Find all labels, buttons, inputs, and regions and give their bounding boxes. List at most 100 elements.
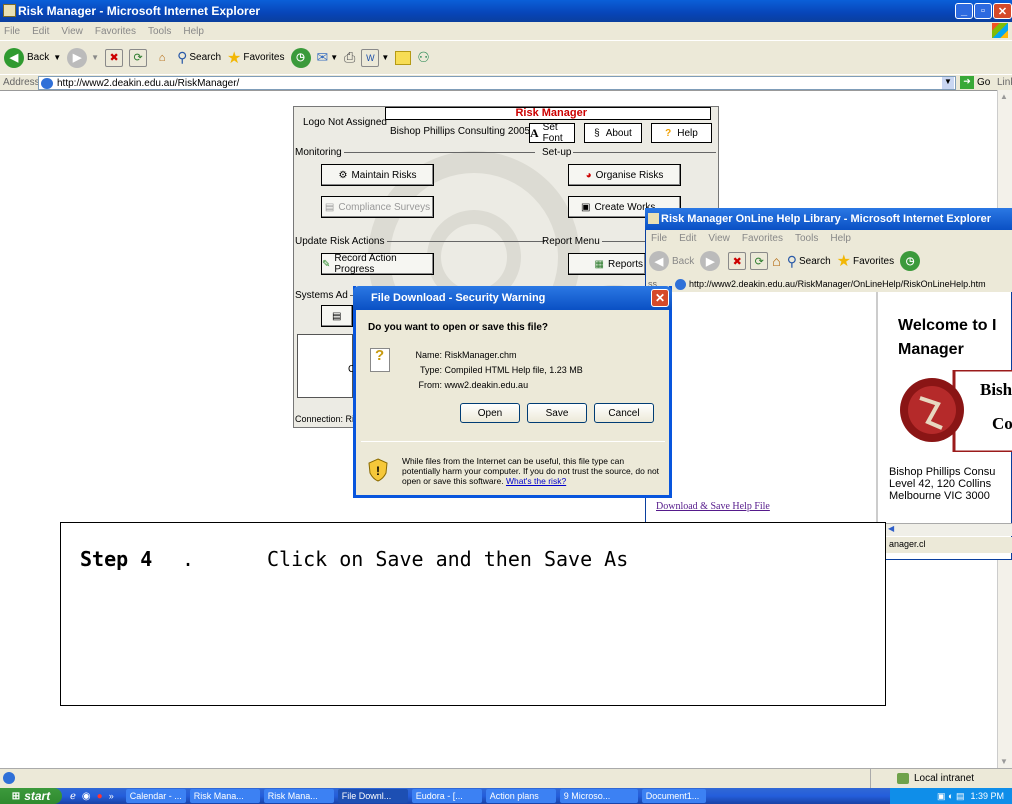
address-input[interactable]: http://www2.deakin.edu.au/RiskManager/ ▼ xyxy=(38,76,956,90)
scroll-left-icon[interactable]: ◀ xyxy=(888,524,894,533)
menu-tools[interactable]: Tools xyxy=(148,26,171,37)
menu-favorites[interactable]: Favorites xyxy=(95,26,136,37)
home-button[interactable]: ⌂ xyxy=(153,49,171,67)
menu-file[interactable]: File xyxy=(651,233,667,244)
quicklaunch-expand-icon[interactable]: » xyxy=(109,791,114,801)
start-button[interactable]: ⊞ start xyxy=(0,788,62,804)
help-status-text: anager.cl xyxy=(889,539,926,549)
go-arrow-icon[interactable]: ➜ xyxy=(960,76,974,89)
help-address-url[interactable]: http://www2.deakin.edu.au/RiskManager/On… xyxy=(689,279,986,289)
welcome-line: Manager xyxy=(898,341,964,358)
chevron-down-icon[interactable]: ▼ xyxy=(942,77,954,89)
quicklaunch-ie-icon[interactable]: ℯ xyxy=(70,791,76,802)
mail-button[interactable]: ✉ ▼ xyxy=(317,49,339,66)
about-button[interactable]: § About xyxy=(584,123,642,143)
messenger-button[interactable]: ⚇ xyxy=(417,49,430,66)
task-risk-manager-1[interactable]: Risk Mana... xyxy=(189,789,260,803)
home-icon[interactable]: ⌂ xyxy=(772,253,780,269)
quicklaunch-app-icon[interactable]: ● xyxy=(97,791,103,802)
maximize-button[interactable]: ▫ xyxy=(974,3,992,19)
chevron-down-icon[interactable]: ▼ xyxy=(53,53,61,62)
refresh-icon[interactable]: ⟳ xyxy=(750,252,769,270)
task-eudora[interactable]: Eudora - [... xyxy=(411,789,482,803)
clock[interactable]: 1:39 PM xyxy=(970,791,1004,801)
print-button[interactable]: ⎙ xyxy=(344,49,355,66)
menu-view[interactable]: View xyxy=(708,233,730,244)
favorites-label: Favorites xyxy=(243,52,285,63)
menu-file[interactable]: File xyxy=(4,26,20,37)
back-button[interactable]: ◀ Back ▼ xyxy=(4,47,61,68)
search-icon[interactable]: ⚲ xyxy=(787,253,797,270)
history-button[interactable]: ◷ xyxy=(290,47,311,68)
ie-page-icon xyxy=(41,78,53,89)
scroll-down-icon[interactable]: ▼ xyxy=(1000,757,1008,766)
minimize-button[interactable]: _ xyxy=(955,3,973,19)
refresh-button[interactable]: ⟳ xyxy=(129,48,148,67)
edit-word-button[interactable]: W ▼ xyxy=(361,48,389,67)
cancel-button[interactable]: Cancel xyxy=(594,403,654,423)
chevron-down-icon[interactable]: ▼ xyxy=(330,53,338,62)
menu-favorites[interactable]: Favorites xyxy=(742,233,783,244)
task-calendar[interactable]: Calendar - ... xyxy=(125,789,186,803)
chevron-down-icon[interactable]: ▼ xyxy=(91,53,99,62)
task-microsoft-group[interactable]: 9 Microso... xyxy=(559,789,638,803)
organise-risks-button[interactable]: ◕ Organise Risks xyxy=(568,164,681,186)
whats-the-risk-link[interactable]: What's the risk? xyxy=(506,476,566,486)
workshop-icon: ▣ xyxy=(581,201,591,213)
systems-admin-button[interactable]: ▤ xyxy=(321,305,353,327)
task-action-plans[interactable]: Action plans xyxy=(485,789,556,803)
scroll-up-icon[interactable]: ▲ xyxy=(1000,92,1008,101)
menu-edit[interactable]: Edit xyxy=(32,26,49,37)
quicklaunch-outlook-icon[interactable]: ◉ xyxy=(82,791,91,802)
task-risk-manager-2[interactable]: Risk Mana... xyxy=(263,789,334,803)
record-action-progress-button[interactable]: ✎ Record Action Progress xyxy=(321,253,434,275)
menu-view[interactable]: View xyxy=(61,26,83,37)
close-button[interactable]: ✕ xyxy=(993,3,1012,19)
intranet-icon xyxy=(897,773,909,784)
address-line: Melbourne VIC 3000 xyxy=(889,490,990,502)
download-help-file-link[interactable]: Download & Save Help File xyxy=(656,501,770,512)
menu-edit[interactable]: Edit xyxy=(679,233,696,244)
links-label[interactable]: Links xyxy=(997,77,1012,88)
chevron-down-icon[interactable]: ▼ xyxy=(381,53,389,62)
favorites-label: Favorites xyxy=(853,255,895,267)
dialog-close-button[interactable]: ✕ xyxy=(651,289,669,307)
logo-placeholder: Logo Not Assigned xyxy=(303,117,387,128)
welcome-line: Welcome to I xyxy=(898,317,997,334)
open-button[interactable]: Open xyxy=(460,403,520,423)
dialog-question: Do you want to open or save this file? xyxy=(368,322,549,333)
task-document1[interactable]: Document1... xyxy=(641,789,706,803)
dialog-title-bar[interactable]: File Download - Security Warning xyxy=(353,286,672,310)
forward-button[interactable]: ▶ ▼ xyxy=(67,47,99,68)
menu-help[interactable]: Help xyxy=(183,26,204,37)
step-instruction: Click on Save and then Save As xyxy=(267,547,629,571)
go-button[interactable]: Go xyxy=(977,77,990,88)
history-icon[interactable]: ◷ xyxy=(900,251,921,271)
forward-arrow-icon[interactable]: ▶ xyxy=(700,251,721,271)
search-button[interactable]: ⚲ Search xyxy=(177,49,221,66)
menu-tools[interactable]: Tools xyxy=(795,233,818,244)
back-arrow-icon[interactable]: ◀ xyxy=(649,251,669,271)
address-label: Address xyxy=(3,77,40,88)
star-icon[interactable]: ★ xyxy=(837,251,851,271)
task-file-download[interactable]: File Downl... xyxy=(337,789,408,803)
help-title-bar[interactable]: Risk Manager OnLine Help Library - Micro… xyxy=(645,208,1012,230)
compliance-surveys-button[interactable]: ▤ Compliance Surveys xyxy=(321,196,434,218)
save-button[interactable]: Save xyxy=(527,403,587,423)
help-button[interactable]: ? Help xyxy=(651,123,712,143)
reports-button[interactable]: ▦ Reports xyxy=(568,253,646,275)
address-line: Bishop Phillips Consu xyxy=(889,466,996,478)
favorites-button[interactable]: ★ Favorites xyxy=(227,48,284,68)
help-hscrollbar[interactable]: ◀ xyxy=(886,523,1012,536)
stop-icon[interactable]: ✖ xyxy=(728,252,747,270)
discuss-button[interactable] xyxy=(395,50,412,65)
about-label: About xyxy=(605,127,632,139)
help-frame-divider[interactable] xyxy=(876,292,878,552)
stop-button[interactable]: ✖ xyxy=(105,48,124,67)
maintain-risks-button[interactable]: ⚙ Maintain Risks xyxy=(321,164,434,186)
set-font-button[interactable]: A Set Font xyxy=(529,122,575,144)
tray-icons[interactable]: ▣ ◐ ▤ xyxy=(937,791,964,802)
menu-help[interactable]: Help xyxy=(830,233,851,244)
group-label: Monitoring xyxy=(295,147,342,158)
title-bar[interactable]: Risk Manager - Microsoft Internet Explor… xyxy=(0,0,1012,22)
